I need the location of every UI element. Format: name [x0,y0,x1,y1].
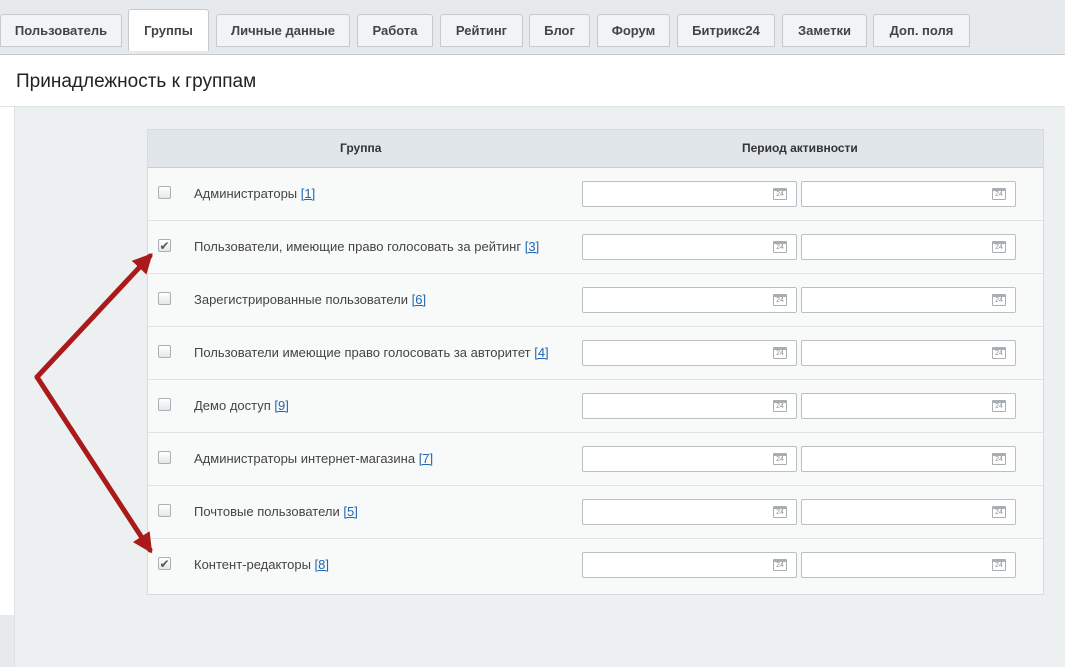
group-name: Контент-редакторы [8] [194,557,330,572]
calendar-icon[interactable]: 24 [773,559,787,571]
group-id-link[interactable]: [8] [315,557,329,572]
date-to-input[interactable]: 24 [801,552,1016,578]
table-header: Группа Период активности [148,130,1043,168]
date-from-input[interactable]: 24 [582,181,797,207]
date-from-input[interactable]: 24 [582,287,797,313]
group-checkbox[interactable] [158,451,171,464]
group-id-link[interactable]: [6] [412,292,426,307]
calendar-icon[interactable]: 24 [773,400,787,412]
calendar-icon[interactable]: 24 [773,506,787,518]
tab-user[interactable]: Пользователь [0,14,122,47]
calendar-icon[interactable]: 24 [992,506,1006,518]
group-id-link[interactable]: [4] [534,345,548,360]
group-id-link[interactable]: [1] [301,186,315,201]
calendar-icon[interactable]: 24 [773,453,787,465]
group-checkbox[interactable] [158,345,171,358]
group-id-link[interactable]: [5] [343,504,357,519]
date-to-input[interactable]: 24 [801,446,1016,472]
tab-groups[interactable]: Группы [128,9,209,51]
calendar-icon[interactable]: 24 [992,559,1006,571]
group-name: Зарегистрированные пользователи [6] [194,292,427,307]
group-checkbox[interactable] [158,186,171,199]
group-checkbox[interactable]: ✔ [158,239,171,252]
group-id-link[interactable]: [3] [525,239,539,254]
group-checkbox[interactable] [158,504,171,517]
tab-notes[interactable]: Заметки [782,14,867,47]
table-row: Администраторы интернет-магазина [7] 24 … [148,433,1043,486]
date-to-input[interactable]: 24 [801,287,1016,313]
date-from-input[interactable]: 24 [582,552,797,578]
group-checkbox[interactable] [158,398,171,411]
group-id-link[interactable]: [7] [419,451,433,466]
group-name: Демо доступ [9] [194,398,289,413]
section-title: Принадлежность к группам [16,71,257,92]
group-name: Администраторы [1] [194,186,316,201]
table-row: ✔ Контент-редакторы [8] 24 24 [148,539,1043,592]
calendar-icon[interactable]: 24 [773,347,787,359]
table-row: Демо доступ [9] 24 24 [148,380,1043,433]
date-from-input[interactable]: 24 [582,393,797,419]
table-row: Зарегистрированные пользователи [6] 24 2… [148,274,1043,327]
date-to-input[interactable]: 24 [801,499,1016,525]
tab-forum[interactable]: Форум [597,14,670,47]
calendar-icon[interactable]: 24 [992,188,1006,200]
group-checkbox[interactable] [158,292,171,305]
date-from-input[interactable]: 24 [582,340,797,366]
calendar-icon[interactable]: 24 [773,241,787,253]
calendar-icon[interactable]: 24 [773,294,787,306]
group-name: Администраторы интернет-магазина [7] [194,451,434,466]
tab-bar: Пользователь Группы Личные данные Работа… [0,0,1065,55]
tab-bitrix24[interactable]: Битрикс24 [677,14,775,47]
tab-blog[interactable]: Блог [529,14,590,47]
group-id-link[interactable]: [9] [274,398,288,413]
column-header-activity-period: Период активности [742,141,858,155]
calendar-icon[interactable]: 24 [773,188,787,200]
calendar-icon[interactable]: 24 [992,453,1006,465]
date-to-input[interactable]: 24 [801,234,1016,260]
tab-rating[interactable]: Рейтинг [440,14,523,47]
group-name: Почтовые пользователи [5] [194,504,358,519]
date-from-input[interactable]: 24 [582,499,797,525]
table-row: Почтовые пользователи [5] 24 24 [148,486,1043,539]
table-row: ✔ Пользователи, имеющие право голосовать… [148,221,1043,274]
group-checkbox[interactable]: ✔ [158,557,171,570]
date-from-input[interactable]: 24 [582,446,797,472]
column-header-group: Группа [340,141,382,155]
calendar-icon[interactable]: 24 [992,294,1006,306]
date-to-input[interactable]: 24 [801,340,1016,366]
table-row: Администраторы [1] 24 24 [148,168,1043,221]
date-from-input[interactable]: 24 [582,234,797,260]
calendar-icon[interactable]: 24 [992,241,1006,253]
calendar-icon[interactable]: 24 [992,400,1006,412]
tab-personal-data[interactable]: Личные данные [216,14,350,47]
tab-work[interactable]: Работа [357,14,433,47]
group-name: Пользователи имеющие право голосовать за… [194,345,549,360]
group-name: Пользователи, имеющие право голосовать з… [194,239,540,254]
table-row: Пользователи имеющие право голосовать за… [148,327,1043,380]
date-to-input[interactable]: 24 [801,393,1016,419]
group-membership-table: Группа Период активности Администраторы … [147,129,1044,595]
date-to-input[interactable]: 24 [801,181,1016,207]
calendar-icon[interactable]: 24 [992,347,1006,359]
tab-extra-fields[interactable]: Доп. поля [873,14,970,47]
